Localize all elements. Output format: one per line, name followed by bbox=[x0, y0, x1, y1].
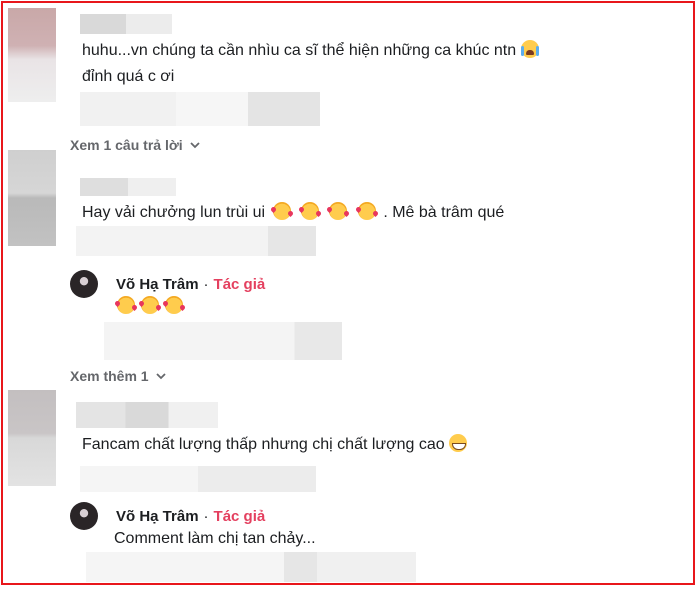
smiling-face-with-hearts-icon bbox=[329, 202, 348, 220]
blurred-actions bbox=[80, 466, 316, 492]
chevron-down-icon bbox=[155, 373, 166, 380]
comment-text: Fancam chất lượng thấp nhưng chị chất lư… bbox=[82, 434, 468, 456]
blurred-avatar bbox=[8, 8, 56, 102]
author-reply-header: Võ Hạ Trâm · Tác giả bbox=[70, 270, 265, 298]
blurred-username bbox=[76, 402, 218, 428]
smiling-face-with-hearts-icon bbox=[357, 202, 376, 220]
author-reply-header: Võ Hạ Trâm · Tác giả bbox=[70, 502, 265, 530]
separator: · bbox=[203, 507, 209, 525]
avatar[interactable] bbox=[70, 502, 98, 530]
chevron-down-icon bbox=[190, 142, 200, 149]
author-reply-emojis bbox=[114, 296, 186, 318]
author-name[interactable]: Võ Hạ Trâm bbox=[116, 508, 199, 525]
smiling-face-with-hearts-icon bbox=[272, 202, 291, 220]
loudly-crying-face-icon bbox=[520, 40, 539, 58]
smiling-face-with-hearts-icon bbox=[165, 296, 183, 314]
blurred-actions bbox=[86, 552, 416, 582]
comment-text: Hay vải chưởng lun trùi ui . Mê bà trâm … bbox=[82, 202, 505, 221]
avatar[interactable] bbox=[70, 270, 98, 298]
blurred-username bbox=[80, 178, 176, 196]
blurred-actions bbox=[104, 322, 342, 360]
blurred-avatar bbox=[8, 390, 56, 486]
author-reply-text: Comment làm chị tan chảy... bbox=[114, 530, 316, 547]
blurred-actions bbox=[80, 92, 320, 126]
grinning-face-icon bbox=[449, 434, 468, 452]
separator: · bbox=[203, 275, 209, 293]
blurred-username bbox=[80, 14, 172, 34]
comment-text: huhu...vn chúng ta cần nhìu ca sĩ thể hi… bbox=[82, 40, 539, 62]
author-badge: Tác giả bbox=[213, 507, 266, 525]
blurred-actions bbox=[76, 226, 316, 256]
smiling-face-with-hearts-icon bbox=[300, 202, 319, 220]
comment-text-line2: đỉnh quá c ơi bbox=[82, 68, 175, 85]
view-more-replies-button[interactable]: Xem thêm 1 bbox=[70, 368, 167, 384]
smiling-face-with-hearts-icon bbox=[117, 296, 135, 314]
view-replies-button[interactable]: Xem 1 câu trả lời bbox=[70, 137, 201, 153]
blurred-avatar bbox=[8, 150, 56, 246]
author-badge: Tác giả bbox=[213, 275, 266, 293]
author-name[interactable]: Võ Hạ Trâm bbox=[116, 276, 199, 293]
smiling-face-with-hearts-icon bbox=[141, 296, 159, 314]
